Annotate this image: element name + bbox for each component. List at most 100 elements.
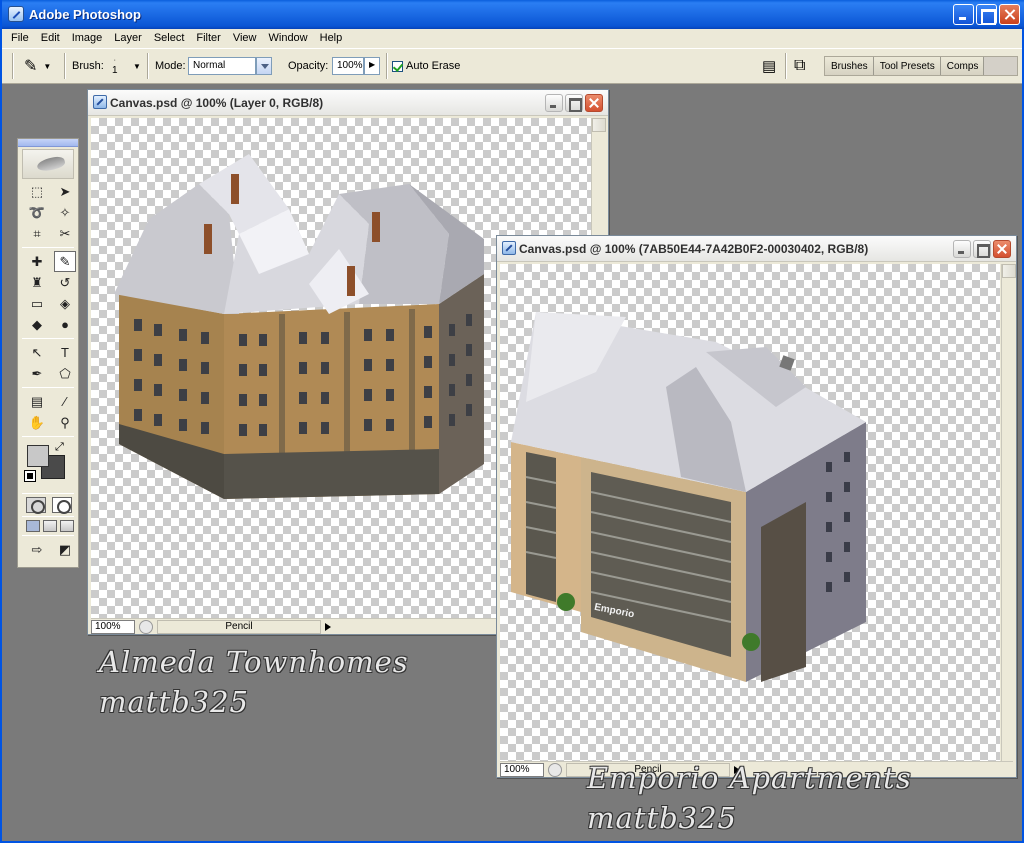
credit-building-name: Emporio Apartments	[587, 761, 912, 795]
brush-label: Brush:	[72, 60, 104, 72]
eraser-icon[interactable]: ▭	[26, 293, 48, 314]
quick-mask-mode-icon[interactable]	[52, 497, 72, 514]
status-info-icon[interactable]	[548, 762, 562, 777]
window-controls	[953, 4, 1020, 25]
slice-icon[interactable]: ✂	[54, 223, 76, 244]
auto-erase-toggle[interactable]: Auto Erase	[392, 49, 460, 83]
minimize-button[interactable]	[953, 4, 974, 25]
document-title-bar[interactable]: Canvas.psd @ 100% (7AB50E44-7A42B0F2-000…	[497, 236, 1016, 262]
shape-icon[interactable]: ⬠	[54, 363, 76, 384]
document-icon	[502, 241, 516, 255]
document-close-button[interactable]	[993, 240, 1011, 258]
status-menu-arrow-icon[interactable]	[323, 620, 333, 634]
zoom-input[interactable]: 100%	[91, 619, 135, 634]
palette-tab-comps[interactable]: Comps	[940, 57, 985, 75]
file-browser-button[interactable]: ▤	[762, 49, 776, 83]
menu-edit[interactable]: Edit	[35, 29, 66, 48]
toolbox-divider	[22, 338, 74, 339]
photoshop-window: Adobe Photoshop File Edit Image Layer Se…	[0, 0, 1024, 843]
zoom-icon[interactable]: ⚲	[54, 412, 76, 433]
document-maximize-button[interactable]	[973, 240, 991, 258]
options-grip[interactable]	[12, 53, 14, 79]
brush-size: 1	[112, 64, 118, 76]
tool-preset-picker[interactable]: ✎ ▼	[24, 49, 51, 83]
tool-grid-painting: ✚ ✎ ♜ ↺ ▭ ◈ ◆ ●	[26, 251, 78, 335]
full-screen-icon[interactable]	[60, 520, 74, 532]
document-window-controls	[953, 240, 1011, 258]
status-info-icon[interactable]	[139, 619, 153, 634]
credit-emporio: Emporio Apartments mattb325	[587, 758, 912, 838]
hand-icon[interactable]: ✋	[26, 412, 48, 433]
menu-window[interactable]: Window	[263, 29, 314, 48]
standard-screen-icon[interactable]	[26, 520, 40, 532]
auto-erase-label: Auto Erase	[406, 60, 461, 72]
palette-tab-brushes[interactable]: Brushes	[825, 57, 874, 75]
document-canvas[interactable]: Emporio	[500, 264, 1000, 761]
app-title: Adobe Photoshop	[29, 7, 141, 22]
menu-view[interactable]: View	[227, 29, 263, 48]
options-separator	[147, 53, 149, 79]
image-ready-icon: ⧉	[794, 57, 806, 74]
dodge-icon[interactable]: ●	[54, 314, 76, 335]
brush-picker[interactable]: · 1	[112, 49, 118, 83]
close-button[interactable]	[999, 4, 1020, 25]
edit-in-imageready-icon[interactable]: ◩	[54, 539, 76, 560]
eyedropper-icon[interactable]: ⁄	[54, 391, 76, 412]
menu-image[interactable]: Image	[66, 29, 109, 48]
notes-icon[interactable]: ▤	[26, 391, 48, 412]
pen-icon[interactable]: ✒	[26, 363, 48, 384]
swap-colors-icon[interactable]: ⤢	[55, 441, 64, 454]
lasso-icon[interactable]: ➰	[26, 202, 48, 223]
menu-help[interactable]: Help	[314, 29, 349, 48]
tool-grid-jump: ⇨ ◩	[26, 539, 78, 560]
scroll-up-arrow-icon[interactable]	[592, 118, 606, 132]
magic-wand-icon[interactable]: ✧	[54, 202, 76, 223]
bucket-icon[interactable]: ◈	[54, 293, 76, 314]
blur-icon[interactable]: ◆	[26, 314, 48, 335]
document-title-bar[interactable]: Canvas.psd @ 100% (Layer 0, RGB/8)	[88, 90, 608, 116]
document-maximize-button[interactable]	[565, 94, 583, 112]
options-separator	[386, 53, 388, 79]
full-screen-menu-icon[interactable]	[43, 520, 57, 532]
palette-well: Brushes Tool Presets Comps	[824, 56, 1018, 76]
stamp-icon[interactable]: ♜	[26, 272, 48, 293]
history-brush-icon[interactable]: ↺	[54, 272, 76, 293]
move-icon[interactable]: ➤	[54, 181, 76, 202]
opacity-input[interactable]: 100%	[332, 57, 364, 75]
emporio-building-image: Emporio	[511, 312, 866, 682]
toolbox-divider	[22, 535, 74, 536]
feather-logo-icon[interactable]	[22, 149, 74, 179]
maximize-button[interactable]	[976, 4, 997, 25]
jump-to-imageready-icon[interactable]: ⇨	[26, 539, 48, 560]
path-select-icon[interactable]: ↖	[26, 342, 48, 363]
healing-icon[interactable]: ✚	[26, 251, 48, 272]
crop-icon[interactable]: ⌗	[26, 223, 48, 244]
menu-layer[interactable]: Layer	[108, 29, 148, 48]
toolbox-drag-bar[interactable]	[18, 139, 78, 147]
type-icon[interactable]: T	[54, 342, 76, 363]
mode-select[interactable]: Normal	[188, 49, 272, 83]
menu-filter[interactable]: Filter	[190, 29, 226, 48]
marquee-icon[interactable]: ⬚	[26, 181, 48, 202]
default-colors-icon[interactable]	[24, 470, 36, 482]
menu-file[interactable]: File	[5, 29, 35, 48]
scroll-up-arrow-icon[interactable]	[1002, 264, 1016, 278]
auto-erase-checkbox[interactable]	[392, 60, 403, 72]
menu-select[interactable]: Select	[148, 29, 191, 48]
photoshop-app-icon	[8, 6, 24, 22]
title-bar[interactable]: Adobe Photoshop	[2, 0, 1024, 29]
zoom-input[interactable]: 100%	[500, 762, 544, 777]
brush-dropdown-arrow-icon: ▼	[133, 61, 141, 71]
document-minimize-button[interactable]	[545, 94, 563, 112]
document-vertical-scrollbar[interactable]	[1001, 264, 1016, 761]
pencil-icon[interactable]: ✎	[54, 251, 76, 272]
standard-mode-icon[interactable]	[26, 497, 46, 514]
document-minimize-button[interactable]	[953, 240, 971, 258]
palette-tab-tool-presets[interactable]: Tool Presets	[873, 57, 941, 75]
foreground-color-swatch[interactable]	[27, 445, 49, 467]
brush-dropdown[interactable]: ▼	[133, 49, 141, 83]
opacity-slider-arrow-icon[interactable]: ▶	[364, 57, 380, 75]
document-close-button[interactable]	[585, 94, 603, 112]
image-ready-button[interactable]: ⧉	[794, 49, 805, 83]
mode-dropdown-arrow-icon[interactable]	[256, 57, 272, 75]
